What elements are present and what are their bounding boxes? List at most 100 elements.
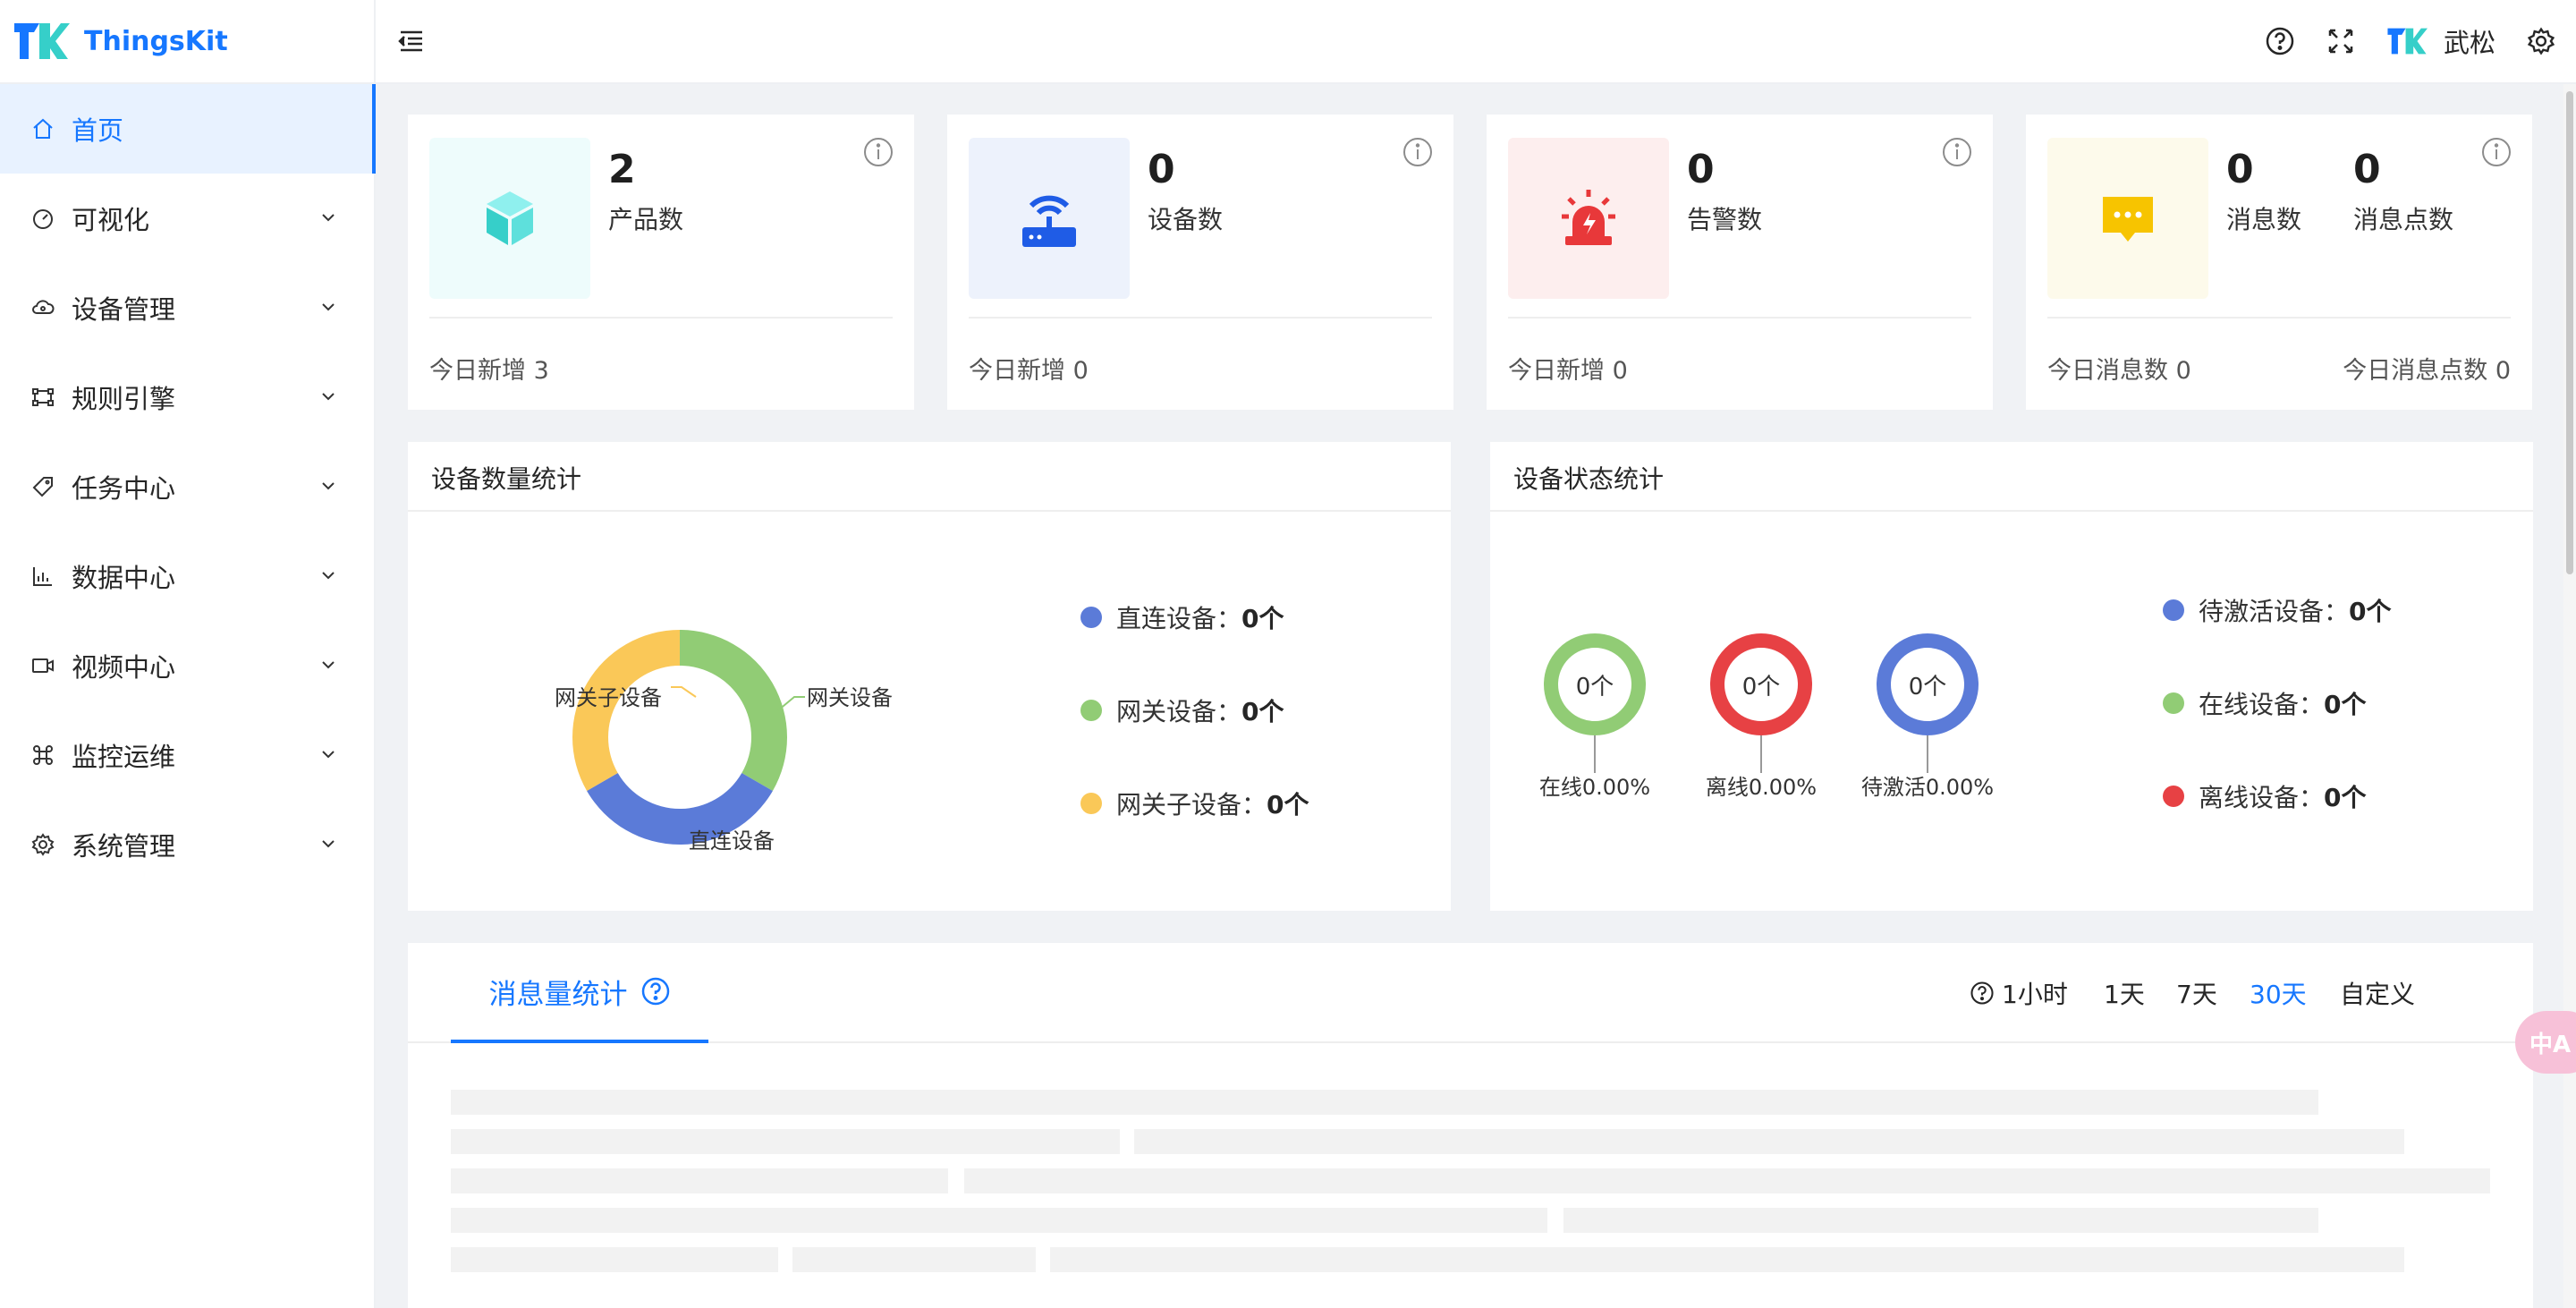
sidebar-item-label: 规则引擎: [72, 384, 176, 414]
info-icon[interactable]: [2480, 136, 2512, 168]
stat-card-product: 2 产品数 今日新增 3: [408, 115, 914, 410]
alarm-icon-box: [1508, 138, 1669, 299]
product-count: 2: [608, 147, 636, 192]
device-count-donut-chart: 网关设备 网关子设备 直连设备: [555, 630, 893, 854]
info-icon[interactable]: [862, 136, 894, 168]
router-icon: [1022, 195, 1076, 247]
stat-card-device: 0 设备数 今日新增 0: [947, 115, 1453, 410]
message-point-count: 0: [2353, 147, 2381, 192]
sidebar-item-home[interactable]: 首页: [0, 84, 376, 174]
user-menu[interactable]: 武松: [2386, 22, 2496, 60]
dashboard-icon: [29, 204, 57, 233]
tab-message-stat[interactable]: 消息量统计: [451, 943, 708, 1043]
message-icon-box: [2047, 138, 2208, 299]
product-label: 产品数: [608, 205, 684, 234]
help-icon[interactable]: [640, 976, 671, 1006]
chat-bubble-icon: [2103, 197, 2153, 242]
legend-direct: 直连设备： 0个: [1080, 599, 1284, 635]
device-status-panel: 设备状态统计 0个 在线0.00% 0个 离线0.00% 0个 待激活0.00%…: [1490, 442, 2533, 911]
sidebar-item-label: 系统管理: [72, 831, 176, 862]
alarm-light-icon: [1562, 190, 1615, 245]
stat-card-alarm: 0 告警数 今日新增 0: [1487, 115, 1993, 410]
sidebar-item-label: 任务中心: [72, 473, 176, 504]
message-label: 消息数: [2226, 205, 2302, 234]
sidebar-item-label: 视频中心: [72, 652, 176, 683]
scrollbar-thumb[interactable]: [2566, 91, 2573, 574]
flow-icon: [29, 383, 57, 412]
device-today: 今日新增 0: [969, 357, 1089, 385]
info-icon[interactable]: [1402, 136, 1434, 168]
avatar: [2387, 28, 2428, 55]
sidebar-item-video-center[interactable]: 视频中心: [0, 621, 374, 710]
gauge-online: 0个: [1544, 633, 1646, 735]
cloud-device-icon: [29, 293, 57, 322]
settings-icon[interactable]: [2526, 26, 2556, 56]
bar-chart-icon: [29, 562, 57, 590]
legend-sub: 网关子设备： 0个: [1080, 786, 1309, 821]
panel-title: 设备数量统计: [431, 464, 582, 494]
legend-offline: 离线设备： 0个: [2163, 778, 2367, 814]
legend-inactive: 待激活设备： 0个: [2163, 592, 2392, 628]
chevron-down-icon: [318, 829, 338, 860]
user-name: 武松: [2443, 28, 2496, 58]
sidebar-item-task-center[interactable]: 任务中心: [0, 442, 374, 531]
page-scrollbar[interactable]: [2563, 84, 2576, 1308]
info-icon[interactable]: [1941, 136, 1973, 168]
home-icon: [29, 115, 57, 143]
tag-icon: [29, 472, 57, 501]
sidebar-item-visualization[interactable]: 可视化: [0, 174, 374, 263]
legend-gateway: 网关设备： 0个: [1080, 692, 1284, 728]
chevron-down-icon: [318, 382, 338, 412]
range-7d[interactable]: 7天: [2176, 943, 2217, 1043]
help-icon: [1970, 981, 1994, 1005]
chevron-down-icon: [318, 293, 338, 323]
device-count-panel: 设备数量统计 网关设备 网关子设备 直连设备 直连设备： 0个 网关设备： 0个 网…: [408, 442, 1451, 911]
translate-icon: 中A: [2529, 1031, 2572, 1058]
thingskit-logo-icon: [14, 23, 70, 59]
sidebar-item-label: 数据中心: [72, 563, 176, 593]
sidebar-item-label: 首页: [72, 115, 124, 146]
message-stat-panel: 消息量统计 1小时 1天 7天 30天 自定义: [408, 943, 2533, 1308]
gauge-offline: 0个: [1710, 633, 1812, 735]
message-count: 0: [2226, 147, 2254, 192]
message-point-label: 消息点数: [2353, 205, 2454, 234]
gauge-online-caption: 在线0.00%: [1538, 775, 1651, 800]
chevron-down-icon: [318, 203, 338, 234]
range-custom[interactable]: 自定义: [2340, 943, 2415, 1043]
sidebar-item-label: 设备管理: [72, 294, 176, 325]
sidebar-item-label: 可视化: [72, 205, 150, 235]
chevron-down-icon: [318, 650, 338, 681]
sidebar-item-device-management[interactable]: 设备管理: [0, 263, 374, 352]
pie-slice-gateway[interactable]: [680, 630, 787, 791]
panel-title: 设备状态统计: [1513, 464, 1665, 494]
fullscreen-icon[interactable]: [2326, 26, 2356, 56]
alarm-today: 今日新增 0: [1508, 357, 1628, 385]
sub-slice-label: 网关子设备: [555, 685, 662, 710]
sidebar-item-rule-engine[interactable]: 规则引擎: [0, 352, 374, 442]
alarm-label: 告警数: [1687, 205, 1763, 234]
menu-fold-icon[interactable]: [395, 25, 428, 57]
help-icon[interactable]: [2265, 26, 2295, 56]
message-point-today: 今日消息点数 0: [2343, 357, 2511, 385]
translate-button[interactable]: 中A: [2515, 1011, 2576, 1074]
sidebar-item-monitoring[interactable]: 监控运维: [0, 710, 374, 800]
pie-slice-sub[interactable]: [572, 630, 680, 791]
chevron-down-icon: [318, 471, 338, 502]
range-1d[interactable]: 1天: [2104, 943, 2145, 1043]
range-30d[interactable]: 30天: [2250, 943, 2307, 1043]
range-1h[interactable]: 1小时: [1970, 943, 2068, 1043]
sub-leader-line: [671, 686, 697, 698]
product-icon-box: [429, 138, 590, 299]
sidebar-item-system[interactable]: 系统管理: [0, 800, 374, 889]
cube-icon: [487, 191, 533, 245]
device-label: 设备数: [1148, 205, 1224, 234]
sidebar-item-data-center[interactable]: 数据中心: [0, 531, 374, 621]
gateway-slice-label: 网关设备: [807, 685, 893, 710]
gauge-offline-caption: 离线0.00%: [1705, 775, 1818, 800]
direct-slice-label: 直连设备: [689, 828, 775, 854]
gear-icon: [29, 830, 57, 859]
sidebar-item-label: 监控运维: [72, 742, 176, 772]
logo[interactable]: ThingsKit: [0, 0, 374, 84]
stat-card-message: 0 消息数 0 消息点数 今日消息数 0 今日消息点数 0: [2026, 115, 2532, 410]
chevron-down-icon: [318, 740, 338, 770]
